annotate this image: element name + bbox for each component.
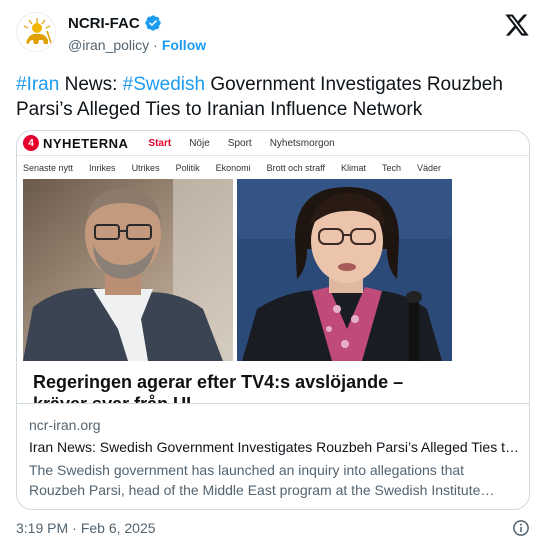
tweet-text-part1: News: — [59, 74, 123, 95]
card-title[interactable]: Iran News: Swedish Government Investigat… — [29, 439, 519, 455]
lion-and-sun-emblem-icon — [18, 14, 55, 51]
tweet-date[interactable]: Feb 6, 2025 — [81, 520, 156, 536]
sub-nav-item: Brott och straff — [266, 163, 325, 173]
author-handle[interactable]: @iran_policy — [68, 37, 149, 53]
nav-sport: Sport — [227, 137, 252, 149]
sub-nav-item: Väder — [417, 163, 442, 173]
sub-nav-item: Klimat — [340, 163, 366, 173]
sub-nav-item: Utrikes — [131, 163, 160, 173]
separator-dot: · — [72, 520, 77, 536]
photo-man — [23, 179, 233, 361]
sub-nav-item: Politik — [175, 163, 200, 173]
author-handle-row: @iran_policy · Follow — [68, 37, 206, 53]
site-name: NYHETERNA — [43, 135, 129, 151]
divider — [17, 155, 529, 156]
tweet-text: #Iran News: #Swedish Government Investig… — [16, 72, 530, 122]
image-headline-line2: kräver svar från UI — [33, 393, 191, 403]
tweet[interactable]: NCRI-FAC @iran_policy · Follow #Iran New… — [0, 0, 546, 548]
nav-nyhetsmorgon: Nyhetsmorgon — [269, 137, 335, 149]
avatar[interactable] — [16, 12, 56, 52]
author-name[interactable]: NCRI-FAC — [68, 15, 140, 32]
card-description: The Swedish government has launched an i… — [29, 462, 495, 498]
image-headline-box: Regeringen agerar efter TV4:s avslöjande… — [23, 363, 453, 403]
tweet-time[interactable]: 3:19 PM — [16, 520, 68, 536]
nav-noje: Nöje — [189, 137, 210, 149]
sub-nav-item: Inrikes — [89, 163, 116, 173]
separator-dot: · — [153, 37, 158, 53]
sub-nav-item: Tech — [381, 163, 401, 173]
info-icon[interactable] — [512, 519, 530, 537]
sub-nav-item: Senaste nytt — [23, 163, 74, 173]
card-domain: ncr-iran.org — [29, 417, 101, 433]
card-meta[interactable]: ncr-iran.org Iran News: Swedish Governme… — [17, 403, 529, 509]
follow-button[interactable]: Follow — [162, 37, 206, 53]
hashtag-swedish[interactable]: #Swedish — [123, 74, 205, 95]
photo-woman — [237, 179, 452, 361]
tv4-logo-icon: 4 — [23, 135, 39, 151]
x-logo-icon[interactable] — [504, 12, 530, 38]
link-card[interactable]: 4 NYHETERNA Start Nöje Sport Nyhetsmorgo… — [16, 130, 530, 510]
hashtag-iran[interactable]: #Iran — [16, 74, 59, 95]
image-headline-line1: Regeringen agerar efter TV4:s avslöjande… — [33, 372, 404, 392]
timestamp[interactable]: 3:19 PM · Feb 6, 2025 — [16, 520, 156, 536]
author-name-row[interactable]: NCRI-FAC — [68, 14, 162, 32]
nav-start: Start — [148, 137, 172, 149]
sub-nav: Senaste nytt Inrikes Utrikes Politik Eko… — [23, 163, 457, 173]
card-image[interactable]: 4 NYHETERNA Start Nöje Sport Nyhetsmorgo… — [17, 131, 529, 403]
sub-nav-item: Ekonomi — [215, 163, 251, 173]
verified-badge-icon — [144, 15, 161, 31]
nyheterna-header: 4 NYHETERNA Start Nöje Sport Nyhetsmorgo… — [23, 134, 353, 152]
